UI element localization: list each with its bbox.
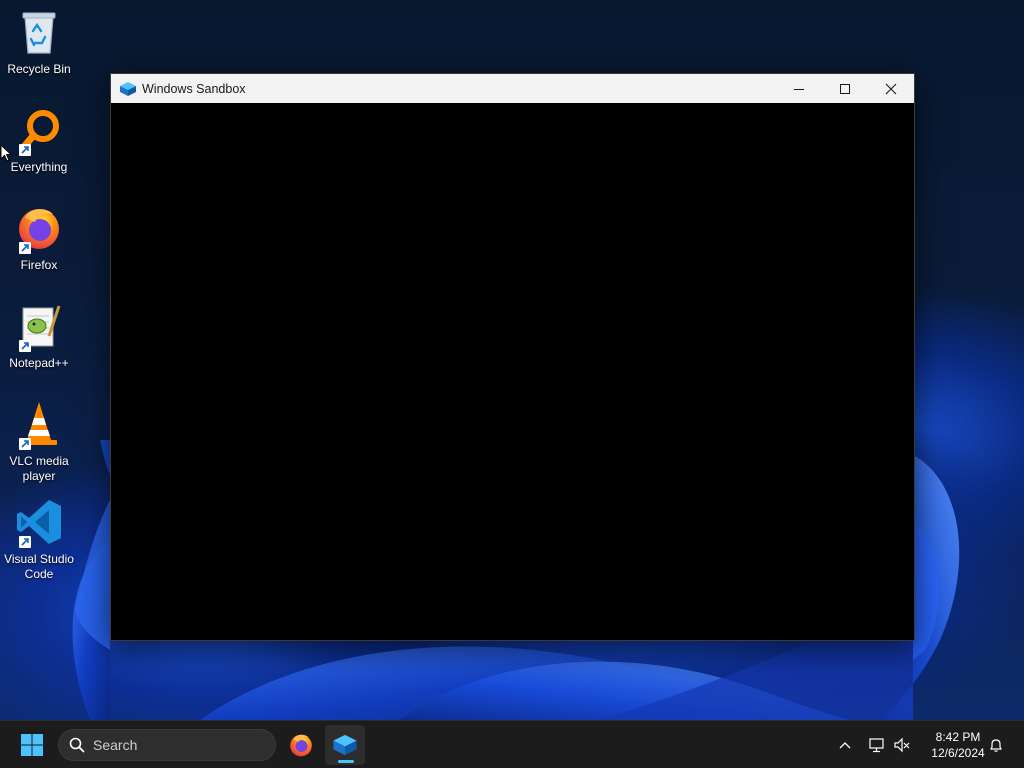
firefox-icon bbox=[290, 734, 312, 757]
everything-search-icon bbox=[13, 104, 65, 156]
start-button[interactable] bbox=[12, 725, 52, 765]
chevron-up-icon bbox=[839, 742, 851, 749]
windows-sandbox-icon bbox=[119, 80, 137, 98]
desktop-icon-vscode[interactable]: Visual Studio Code bbox=[0, 496, 78, 582]
desktop-icon-notepadpp[interactable]: Notepad++ bbox=[0, 300, 78, 371]
desktop-icon-everything[interactable]: Everything bbox=[0, 104, 78, 175]
shortcut-arrow-icon bbox=[19, 242, 31, 254]
desktop: Recycle Bin Everything Firefox Notepad++… bbox=[0, 0, 1024, 720]
sandbox-content-area[interactable] bbox=[111, 103, 914, 640]
taskbar-firefox-button[interactable] bbox=[281, 725, 321, 765]
network-button[interactable] bbox=[865, 733, 889, 757]
volume-button[interactable] bbox=[890, 733, 914, 757]
vscode-icon bbox=[13, 496, 65, 548]
desktop-icon-label: VLC media player bbox=[9, 454, 69, 483]
shortcut-arrow-icon bbox=[19, 144, 31, 156]
close-icon bbox=[885, 83, 897, 94]
desktop-icon-label: Firefox bbox=[20, 258, 58, 272]
volume-muted-icon bbox=[894, 737, 910, 753]
window-title: Windows Sandbox bbox=[142, 81, 246, 96]
taskbar: Search 8:42 PM 12/6/2024 bbox=[0, 720, 1024, 768]
shortcut-arrow-icon bbox=[19, 438, 31, 450]
search-icon bbox=[69, 737, 85, 753]
bell-icon bbox=[990, 739, 1002, 752]
notepadpp-icon bbox=[13, 300, 65, 352]
maximize-button[interactable] bbox=[822, 74, 868, 103]
close-button[interactable] bbox=[868, 74, 914, 103]
maximize-icon bbox=[840, 83, 850, 94]
desktop-icon-label: Visual Studio Code bbox=[4, 552, 74, 581]
vlc-icon bbox=[13, 398, 65, 450]
recycle-bin-icon bbox=[13, 6, 65, 58]
windows-start-icon bbox=[21, 734, 43, 756]
window-titlebar[interactable]: Windows Sandbox bbox=[111, 74, 914, 103]
firefox-icon bbox=[13, 202, 65, 254]
shortcut-arrow-icon bbox=[19, 536, 31, 548]
search-placeholder: Search bbox=[93, 737, 138, 753]
windows-sandbox-icon bbox=[333, 734, 357, 756]
minimize-button[interactable] bbox=[776, 74, 822, 103]
desktop-icon-label: Everything bbox=[10, 160, 68, 174]
windows-sandbox-window[interactable]: Windows Sandbox bbox=[110, 73, 915, 641]
desktop-icon-vlc[interactable]: VLC media player bbox=[0, 398, 78, 484]
shortcut-arrow-icon bbox=[19, 340, 31, 352]
network-icon bbox=[869, 738, 884, 753]
active-app-indicator bbox=[338, 760, 354, 763]
desktop-icon-recycle-bin[interactable]: Recycle Bin bbox=[0, 6, 78, 77]
desktop-icon-firefox[interactable]: Firefox bbox=[0, 202, 78, 273]
notifications-button[interactable] bbox=[984, 733, 1008, 757]
desktop-icon-label: Recycle Bin bbox=[7, 62, 71, 76]
taskbar-windows-sandbox-button[interactable] bbox=[325, 725, 365, 765]
taskbar-search-box[interactable]: Search bbox=[58, 729, 276, 761]
minimize-icon bbox=[794, 88, 804, 90]
show-hidden-icons-button[interactable] bbox=[833, 733, 857, 757]
desktop-icon-label: Notepad++ bbox=[9, 356, 69, 370]
mouse-cursor-icon bbox=[0, 144, 12, 162]
